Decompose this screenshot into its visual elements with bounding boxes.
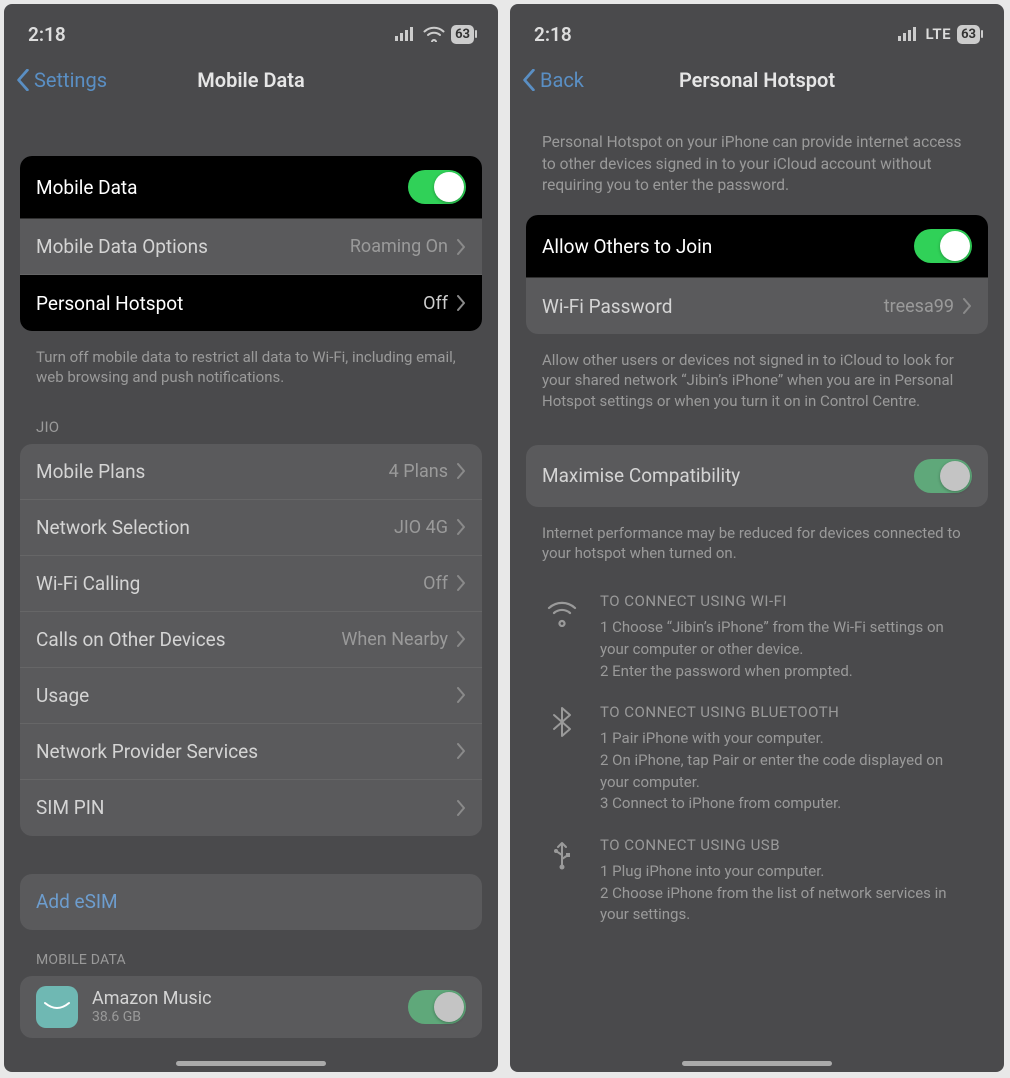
calls-other-devices-row[interactable]: Calls on Other Devices When Nearby xyxy=(20,612,482,668)
maximise-compat-toggle[interactable] xyxy=(914,459,972,493)
connect-usb: TO CONNECT USING USB 1 Plug iPhone into … xyxy=(526,823,988,934)
content-area: Mobile Data Mobile Data Options Roaming … xyxy=(4,108,498,1072)
connect-usb-step2: 2 Choose iPhone from the list of network… xyxy=(600,883,972,927)
nav-title: Personal Hotspot xyxy=(510,68,1004,92)
connect-bt-step2: 2 On iPhone, tap Pair or enter the code … xyxy=(600,750,972,794)
chevron-right-icon xyxy=(962,298,972,314)
allow-group: Allow Others to Join Wi-Fi Password tree… xyxy=(526,215,988,334)
allow-others-toggle[interactable] xyxy=(914,229,972,263)
back-button[interactable]: Back xyxy=(522,68,584,92)
bluetooth-icon xyxy=(542,702,582,815)
allow-others-row[interactable]: Allow Others to Join xyxy=(526,215,988,278)
mobile-data-group: Mobile Data Mobile Data Options Roaming … xyxy=(20,156,482,331)
connect-wifi-step1: 1 Choose “Jibin’s iPhone” from the Wi-Fi… xyxy=(600,617,972,661)
chevron-right-icon xyxy=(456,687,466,703)
chevron-right-icon xyxy=(456,575,466,591)
status-right: 63 xyxy=(395,25,474,44)
chevron-left-icon xyxy=(522,69,536,91)
wifi-password-row[interactable]: Wi-Fi Password treesa99 xyxy=(526,278,988,334)
allow-others-label: Allow Others to Join xyxy=(542,235,914,258)
usage-row[interactable]: Usage xyxy=(20,668,482,724)
chevron-right-icon xyxy=(456,295,466,311)
personal-hotspot-row[interactable]: Personal Hotspot Off xyxy=(20,275,482,331)
compat-group: Maximise Compatibility xyxy=(526,445,988,507)
network-provider-services-row[interactable]: Network Provider Services xyxy=(20,724,482,780)
nav-bar: Settings Mobile Data xyxy=(4,58,498,108)
content-area: Personal Hotspot on your iPhone can prov… xyxy=(510,108,1004,1072)
app-name: Amazon Music xyxy=(92,988,394,1009)
connect-usb-step1: 1 Plug iPhone into your computer. xyxy=(600,861,972,883)
compat-footer: Internet performance may be reduced for … xyxy=(526,515,988,580)
network-selection-row[interactable]: Network Selection JIO 4G xyxy=(20,500,482,556)
mobile-data-toggle[interactable] xyxy=(408,170,466,204)
mobile-plans-row[interactable]: Mobile Plans 4 Plans xyxy=(20,444,482,500)
left-screenshot: 2:18 63 Settings Mobile Data Mobile Data… xyxy=(4,4,498,1072)
mobile-data-section-header: MOBILE DATA xyxy=(20,938,482,976)
mobile-data-options-row[interactable]: Mobile Data Options Roaming On xyxy=(20,219,482,275)
back-button[interactable]: Settings xyxy=(16,68,107,92)
back-label: Settings xyxy=(34,68,107,92)
chevron-right-icon xyxy=(456,743,466,759)
chevron-right-icon xyxy=(456,800,466,816)
allow-footer: Allow other users or devices not signed … xyxy=(526,342,988,427)
sim-pin-row[interactable]: SIM PIN xyxy=(20,780,482,836)
chevron-left-icon xyxy=(16,69,30,91)
cellular-icon xyxy=(395,27,417,41)
status-time: 2:18 xyxy=(534,23,572,46)
hotspot-intro: Personal Hotspot on your iPhone can prov… xyxy=(526,108,988,215)
connect-usb-heading: TO CONNECT USING USB xyxy=(600,835,972,857)
status-time: 2:18 xyxy=(28,23,66,46)
connect-wifi-step2: 2 Enter the password when prompted. xyxy=(600,661,972,683)
connect-bluetooth: TO CONNECT USING BLUETOOTH 1 Pair iPhone… xyxy=(526,690,988,823)
maximise-compat-label: Maximise Compatibility xyxy=(542,464,914,487)
status-right: LTE 63 xyxy=(898,25,980,44)
chevron-right-icon xyxy=(456,463,466,479)
chevron-right-icon xyxy=(456,239,466,255)
mobile-data-row[interactable]: Mobile Data xyxy=(20,156,482,219)
cellular-icon xyxy=(898,27,920,41)
maximise-compat-row[interactable]: Maximise Compatibility xyxy=(526,445,988,507)
options-value: Roaming On xyxy=(350,236,448,257)
wifi-calling-row[interactable]: Wi-Fi Calling Off xyxy=(20,556,482,612)
add-esim-row[interactable]: Add eSIM xyxy=(20,874,482,930)
right-screenshot: 2:18 LTE 63 Back Personal Hotspot Person… xyxy=(510,4,1004,1072)
connect-wifi-heading: TO CONNECT USING WI-FI xyxy=(600,591,972,613)
hotspot-value: Off xyxy=(423,293,448,314)
mobile-data-footer: Turn off mobile data to restrict all dat… xyxy=(20,339,482,404)
app-amazon-music-row[interactable]: Amazon Music 38.6 GB xyxy=(20,976,482,1038)
hotspot-label: Personal Hotspot xyxy=(36,292,423,315)
battery-icon: 63 xyxy=(957,25,980,44)
app-toggle[interactable] xyxy=(408,990,466,1024)
wifi-icon xyxy=(423,26,445,42)
wifi-icon xyxy=(542,591,582,682)
add-esim-group: Add eSIM xyxy=(20,874,482,930)
connect-bt-heading: TO CONNECT USING BLUETOOTH xyxy=(600,702,972,724)
network-type: LTE xyxy=(926,25,952,43)
wifi-password-value: treesa99 xyxy=(884,296,954,317)
home-indicator[interactable] xyxy=(176,1061,326,1066)
chevron-right-icon xyxy=(456,519,466,535)
connect-bt-step3: 3 Connect to iPhone from computer. xyxy=(600,793,972,815)
add-esim-label: Add eSIM xyxy=(36,890,466,913)
status-bar: 2:18 63 xyxy=(4,4,498,58)
jio-header: JIO xyxy=(20,404,482,444)
home-indicator[interactable] xyxy=(682,1061,832,1066)
app-data-group: Amazon Music 38.6 GB xyxy=(20,976,482,1038)
connect-bt-step1: 1 Pair iPhone with your computer. xyxy=(600,728,972,750)
nav-bar: Back Personal Hotspot xyxy=(510,58,1004,108)
wifi-password-label: Wi-Fi Password xyxy=(542,295,884,318)
connect-wifi: TO CONNECT USING WI-FI 1 Choose “Jibin’s… xyxy=(526,579,988,690)
status-bar: 2:18 LTE 63 xyxy=(510,4,1004,58)
usb-icon xyxy=(542,835,582,926)
battery-icon: 63 xyxy=(451,25,474,44)
amazon-music-icon xyxy=(36,986,78,1028)
chevron-right-icon xyxy=(456,631,466,647)
app-size: 38.6 GB xyxy=(92,1009,394,1025)
mobile-data-label: Mobile Data xyxy=(36,176,408,199)
back-label: Back xyxy=(540,68,584,92)
jio-group: Mobile Plans 4 Plans Network Selection J… xyxy=(20,444,482,836)
options-label: Mobile Data Options xyxy=(36,235,350,258)
